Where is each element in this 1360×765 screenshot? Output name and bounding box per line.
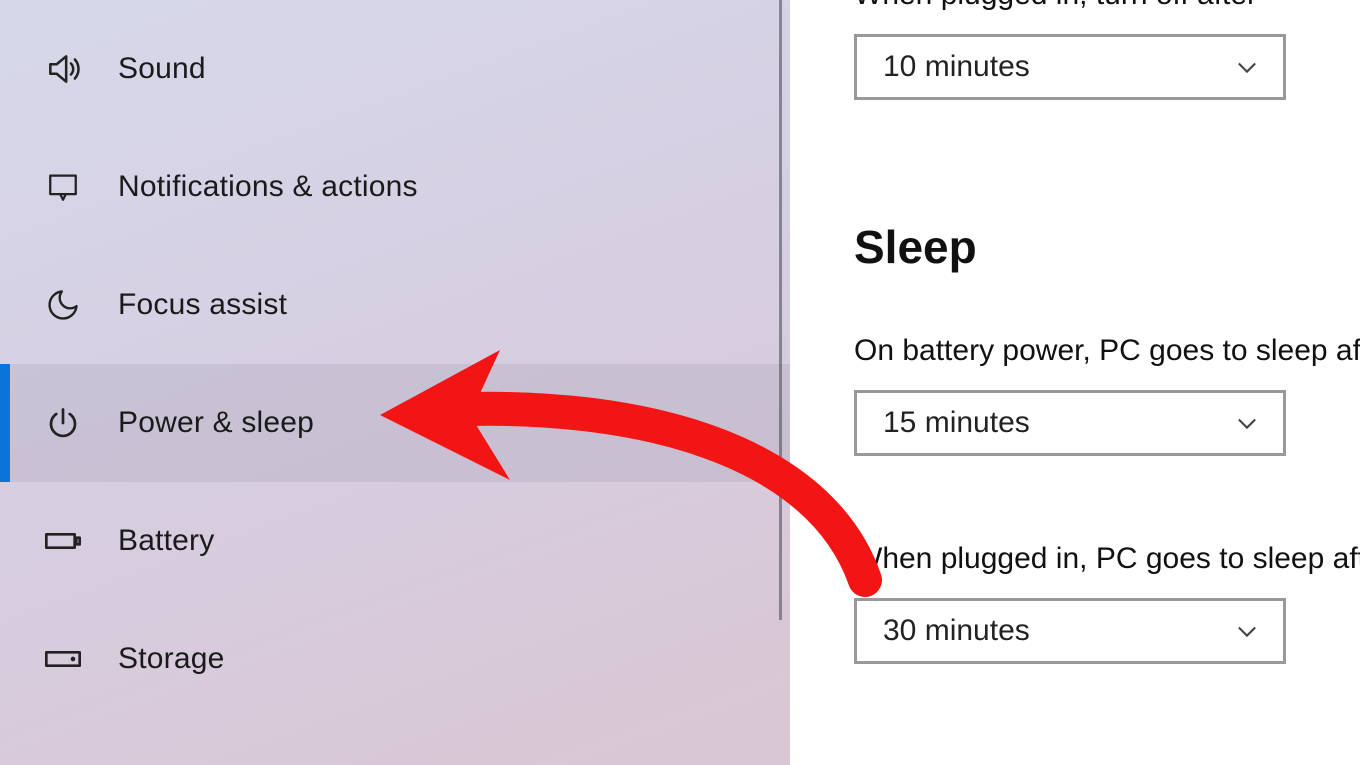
sidebar-item-label: Battery bbox=[118, 524, 214, 558]
sidebar-item-focus-assist[interactable]: Focus assist bbox=[0, 246, 790, 364]
screen-plugged-dropdown[interactable]: 10 minutes bbox=[854, 34, 1286, 100]
notifications-icon bbox=[40, 164, 86, 210]
sidebar-item-label: Power & sleep bbox=[118, 406, 314, 440]
dropdown-value: 30 minutes bbox=[883, 614, 1030, 648]
sleep-battery-label: On battery power, PC goes to sleep after bbox=[854, 334, 1360, 368]
dropdown-value: 10 minutes bbox=[883, 50, 1030, 84]
chevron-down-icon bbox=[1233, 617, 1261, 645]
sidebar-item-notifications[interactable]: Notifications & actions bbox=[0, 128, 790, 246]
sidebar-item-label: Storage bbox=[118, 642, 224, 676]
chevron-down-icon bbox=[1233, 409, 1261, 437]
sleep-heading: Sleep bbox=[854, 220, 1360, 274]
sidebar-item-sound[interactable]: Sound bbox=[0, 10, 790, 128]
settings-sidebar: Sound Notifications & actions Focus assi… bbox=[0, 0, 790, 765]
battery-icon bbox=[40, 518, 86, 564]
sidebar-item-storage[interactable]: Storage bbox=[0, 600, 790, 718]
sidebar-item-label: Notifications & actions bbox=[118, 170, 418, 204]
sleep-plugged-label: When plugged in, PC goes to sleep after bbox=[854, 542, 1360, 576]
sidebar-item-battery[interactable]: Battery bbox=[0, 482, 790, 600]
sidebar-scrollbar[interactable] bbox=[779, 0, 782, 620]
power-icon bbox=[40, 400, 86, 446]
settings-main-panel: When plugged in, turn off after 10 minut… bbox=[790, 0, 1360, 765]
sidebar-item-label: Sound bbox=[118, 52, 206, 86]
sidebar-item-power-sleep[interactable]: Power & sleep bbox=[0, 364, 790, 482]
sidebar-item-label: Focus assist bbox=[118, 288, 287, 322]
chevron-down-icon bbox=[1233, 53, 1261, 81]
storage-icon bbox=[40, 636, 86, 682]
sleep-battery-dropdown[interactable]: 15 minutes bbox=[854, 390, 1286, 456]
screen-plugged-label: When plugged in, turn off after bbox=[854, 0, 1360, 12]
sound-icon bbox=[40, 46, 86, 92]
sleep-plugged-dropdown[interactable]: 30 minutes bbox=[854, 598, 1286, 664]
dropdown-value: 15 minutes bbox=[883, 406, 1030, 440]
focus-assist-icon bbox=[40, 282, 86, 328]
